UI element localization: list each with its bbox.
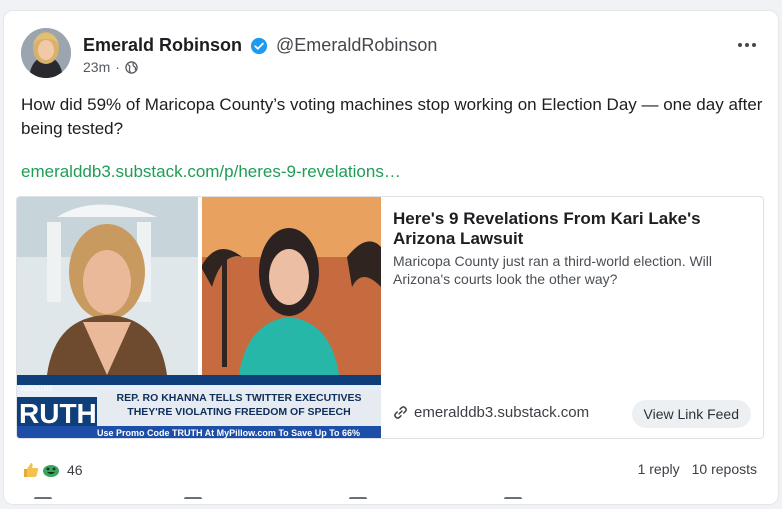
author-name[interactable]: Emerald Robinson [83, 35, 242, 56]
preview-domain[interactable]: emeralddb3.substack.com [393, 404, 589, 421]
author-handle[interactable]: @EmeraldRobinson [276, 35, 437, 56]
post-text: How did 59% of Maricopa County’s voting … [21, 95, 763, 138]
thumb-headline-1: REP. RO KHANNA TELLS TWITTER EXECUTIVES [116, 392, 361, 404]
preview-title[interactable]: Here's 9 Revelations From Kari Lake's Ar… [393, 209, 753, 249]
avatar-image [21, 28, 71, 78]
reaction-count: 46 [67, 462, 83, 478]
link-icon [394, 406, 407, 419]
engagement-counts: 1 reply 10 reposts [638, 461, 757, 477]
post-timestamp[interactable]: 23m [83, 59, 110, 75]
globe-icon [125, 60, 138, 74]
reaction-icons [21, 460, 61, 480]
link-preview-card[interactable]: ABSOLUTE RUTH REP. RO KHANNA TELLS TWITT… [16, 196, 764, 439]
meta-separator: · [115, 59, 120, 75]
replies-count[interactable]: 1 reply [638, 461, 680, 477]
post-link[interactable]: emeralddb3.substack.com/p/heres-9-revela… [21, 162, 401, 182]
post-meta: 23m · [83, 59, 138, 75]
quote-action-icon[interactable] [349, 497, 367, 503]
thumbs-up-icon [21, 460, 41, 480]
more-options-icon[interactable] [734, 35, 760, 55]
repost-action-icon[interactable] [184, 497, 202, 503]
reactions-summary[interactable]: 46 [21, 460, 83, 480]
author-avatar[interactable] [21, 28, 71, 78]
reposts-count[interactable]: 10 reposts [692, 461, 757, 477]
share-action-icon[interactable] [504, 497, 522, 503]
preview-domain-text: emeralddb3.substack.com [414, 404, 590, 421]
author-line: Emerald Robinson @EmeraldRobinson [83, 35, 437, 56]
thumb-brand-small: ABSOLUTE [21, 387, 53, 393]
laugh-icon [41, 460, 61, 480]
view-link-feed-button[interactable]: View Link Feed [631, 400, 751, 428]
thumb-headline-2: THEY'RE VIOLATING FREEDOM OF SPEECH [127, 406, 350, 418]
reply-action-icon[interactable] [34, 497, 52, 503]
thumb-ticker: Use Promo Code TRUTH At MyPillow.com To … [97, 428, 360, 438]
action-bar [4, 497, 778, 509]
post-card: Emerald Robinson @EmeraldRobinson 23m · … [3, 10, 779, 505]
preview-thumbnail: ABSOLUTE RUTH REP. RO KHANNA TELLS TWITT… [17, 197, 381, 438]
preview-description: Maricopa County just ran a third-world e… [393, 253, 713, 287]
verified-badge-icon [250, 37, 268, 54]
thumb-brand: RUTH [19, 398, 97, 429]
